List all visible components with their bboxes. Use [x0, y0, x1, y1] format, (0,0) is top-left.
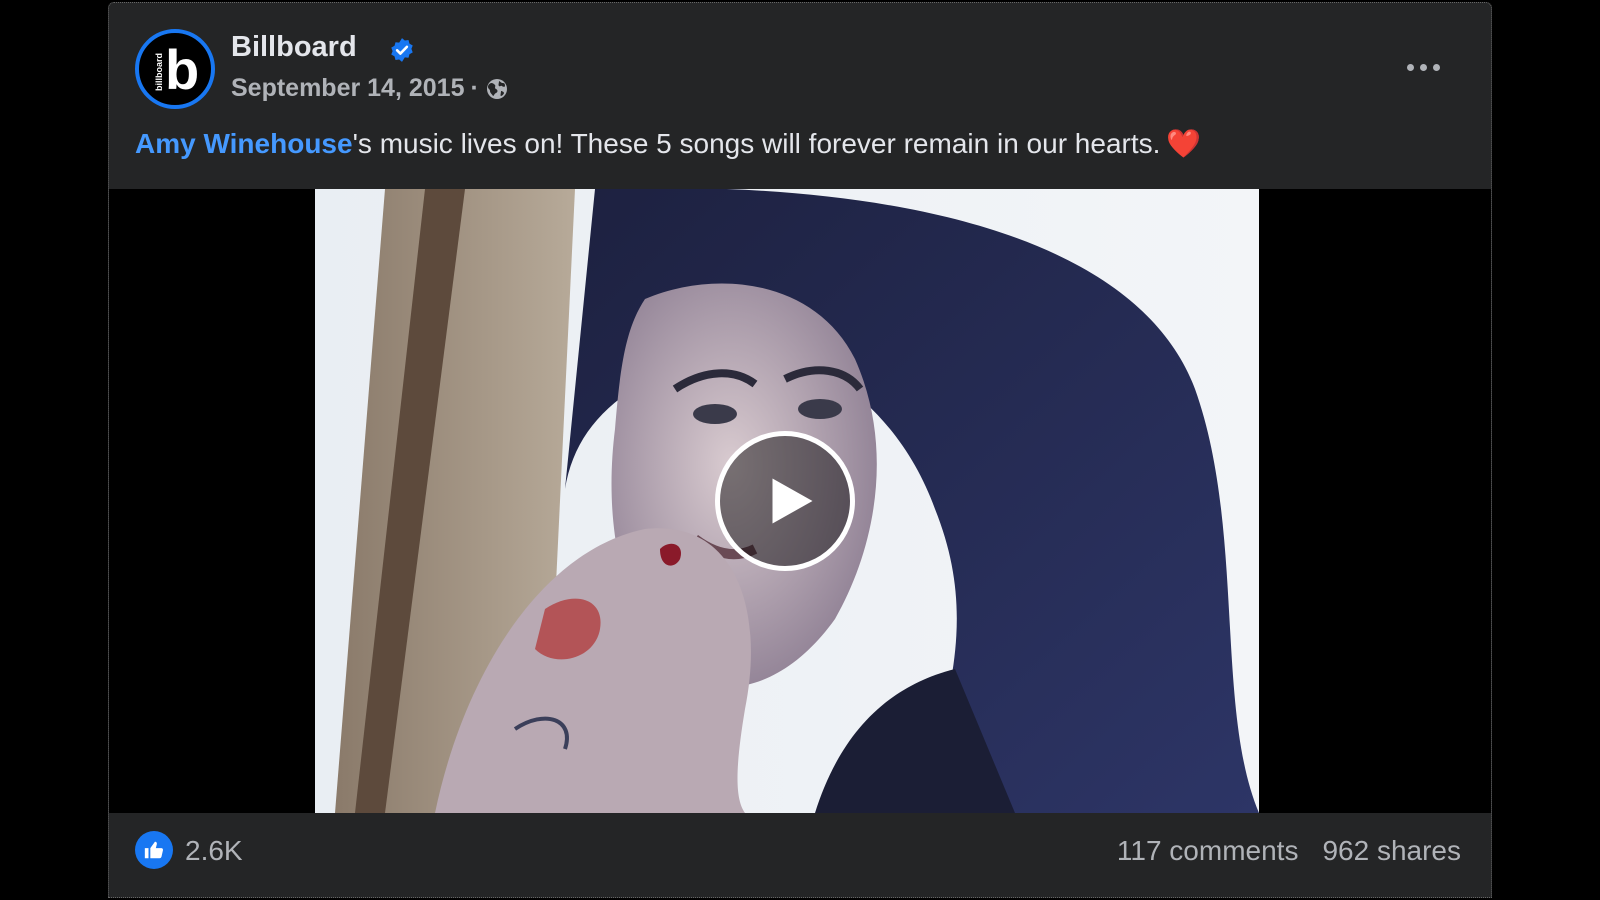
shares-count-link[interactable]: 962 shares [1322, 835, 1461, 867]
more-dot [1419, 63, 1427, 71]
page-name-link[interactable]: Billboard [231, 31, 357, 64]
mention-link[interactable]: Amy Winehouse [135, 128, 353, 159]
thumbs-up-glyph [144, 841, 164, 859]
heart-emoji: ❤️ [1166, 128, 1202, 159]
more-options-button[interactable] [1399, 47, 1447, 87]
post-card: billboard b Billboard September 14, 2015… [108, 2, 1492, 898]
post-date-link[interactable]: September 14, 2015 [231, 74, 464, 103]
avatar-logo-letter: b [165, 38, 200, 101]
play-icon [772, 478, 813, 524]
post-message-body: 's music lives on! These 5 songs will fo… [352, 128, 1161, 159]
page-avatar[interactable]: billboard b [135, 29, 215, 109]
globe-icon[interactable] [485, 77, 509, 101]
post-meta: September 14, 2015 · [231, 74, 509, 103]
post-header: billboard b Billboard September 14, 2015… [135, 29, 1465, 113]
more-dot [1432, 63, 1440, 71]
engagement-counts: 117 comments 962 shares [1117, 835, 1461, 867]
post-footer: 2.6K 117 comments 962 shares [109, 813, 1491, 897]
reaction-count[interactable]: 2.6K [185, 835, 243, 867]
post-message: Amy Winehouse's music lives on! These 5 … [135, 127, 1201, 160]
comments-count-link[interactable]: 117 comments [1117, 835, 1299, 867]
video-player[interactable] [109, 189, 1491, 813]
avatar-logo-small-text: billboard [154, 53, 164, 91]
meta-separator: · [470, 74, 479, 102]
play-button[interactable] [715, 431, 855, 571]
thumbs-up-icon[interactable] [135, 831, 173, 869]
more-dot [1406, 63, 1414, 71]
verified-badge-icon [391, 38, 413, 62]
